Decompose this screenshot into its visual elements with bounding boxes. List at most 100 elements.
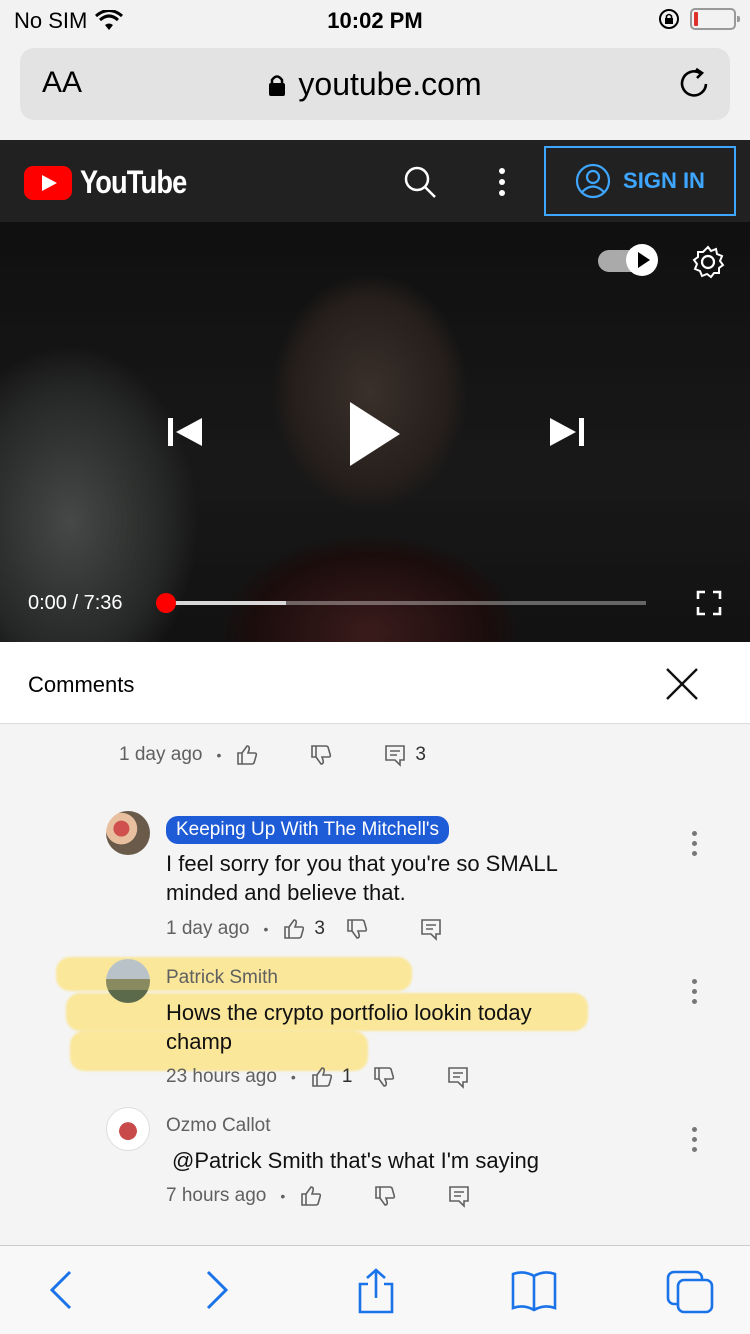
play-icon[interactable] bbox=[350, 402, 400, 466]
avatar[interactable] bbox=[106, 1107, 150, 1151]
chevron-right-icon bbox=[206, 1270, 229, 1310]
like-icon[interactable] bbox=[299, 1184, 323, 1208]
autoplay-toggle[interactable] bbox=[598, 244, 658, 276]
dislike-icon[interactable] bbox=[345, 917, 369, 941]
comments-list[interactable]: 1 day ago • 3 Keeping Up With The Mitche… bbox=[0, 725, 750, 1245]
dislike-icon[interactable] bbox=[372, 1065, 396, 1089]
url-text: youtube.com bbox=[298, 66, 482, 102]
bookmarks-button[interactable] bbox=[510, 1268, 558, 1317]
share-button[interactable] bbox=[354, 1268, 398, 1319]
more-options-button[interactable] bbox=[492, 164, 512, 205]
comment-text-line: @Patrick Smith that's what I'm saying bbox=[172, 1148, 539, 1173]
sign-in-label: SIGN IN bbox=[623, 168, 705, 193]
comment-time: 1 day ago bbox=[119, 744, 203, 765]
battery-icon bbox=[690, 8, 740, 30]
comments-header: Comments bbox=[0, 642, 750, 724]
dislike-icon[interactable] bbox=[373, 1184, 397, 1208]
status-bar: No SIM 10:02 PM bbox=[0, 0, 750, 40]
current-time: 0:00 bbox=[28, 592, 67, 614]
like-icon[interactable] bbox=[235, 743, 259, 767]
comment-text-line: Hows the crypto portfolio lookin today bbox=[166, 1000, 532, 1025]
reload-button[interactable] bbox=[678, 66, 712, 105]
status-time: 10:02 PM bbox=[327, 8, 423, 33]
buffered-bar bbox=[166, 601, 286, 605]
comment-text: @Patrick Smith that's what I'm saying bbox=[172, 1146, 539, 1175]
avatar[interactable] bbox=[106, 811, 150, 855]
comment-actions: 23 hours ago • 1 bbox=[166, 1065, 470, 1089]
reply-icon[interactable] bbox=[419, 917, 443, 941]
close-comments-button[interactable] bbox=[664, 666, 700, 707]
video-player[interactable]: 0:00 / 7:36 bbox=[0, 222, 750, 642]
comments-title: Comments bbox=[28, 672, 135, 697]
previous-button[interactable] bbox=[166, 414, 206, 455]
comment-time: 1 day ago bbox=[166, 918, 250, 939]
like-icon[interactable] bbox=[282, 917, 306, 941]
comment-text-line: minded and believe that. bbox=[166, 880, 406, 905]
address-bar[interactable]: AA youtube.com bbox=[20, 48, 730, 120]
forward-button[interactable] bbox=[198, 1268, 234, 1317]
comment-text-line: champ bbox=[166, 1029, 233, 1054]
scrubber-handle[interactable] bbox=[156, 593, 176, 613]
fullscreen-icon bbox=[696, 590, 722, 616]
avatar[interactable] bbox=[106, 959, 150, 1003]
reload-icon bbox=[680, 67, 708, 97]
time-display: 0:00 / 7:36 bbox=[28, 592, 123, 615]
sign-in-button[interactable]: SIGN IN bbox=[544, 146, 736, 216]
dislike-icon[interactable] bbox=[309, 743, 333, 767]
youtube-header: YouTube SIGN IN bbox=[0, 140, 750, 222]
reply-icon[interactable] bbox=[447, 1184, 471, 1208]
comment-menu-icon[interactable] bbox=[692, 831, 698, 861]
comment-menu-icon[interactable] bbox=[692, 1127, 698, 1157]
reply-icon[interactable] bbox=[446, 1065, 470, 1089]
like-icon[interactable] bbox=[310, 1065, 334, 1089]
orientation-lock-icon bbox=[659, 9, 679, 29]
comment-text: Hows the crypto portfolio lookin today c… bbox=[166, 998, 532, 1056]
reply-count: 3 bbox=[415, 744, 426, 765]
comment-text: I feel sorry for you that you're so SMAL… bbox=[166, 849, 558, 907]
comment-time: 23 hours ago bbox=[166, 1066, 277, 1087]
progress-bar[interactable] bbox=[156, 593, 646, 613]
chevron-left-icon bbox=[49, 1270, 72, 1310]
comment-actions: 7 hours ago • bbox=[166, 1184, 471, 1208]
comment-time: 7 hours ago bbox=[166, 1185, 267, 1206]
gear-icon bbox=[692, 245, 725, 279]
fullscreen-button[interactable] bbox=[696, 590, 722, 621]
book-icon bbox=[511, 1271, 557, 1312]
comment-menu-icon[interactable] bbox=[692, 979, 698, 1009]
like-count: 3 bbox=[314, 918, 325, 939]
close-icon bbox=[666, 668, 698, 700]
meta-separator-dot: • bbox=[290, 1069, 296, 1085]
search-button[interactable] bbox=[402, 164, 438, 205]
skip-next-icon bbox=[550, 418, 584, 446]
comment-author[interactable]: Ozmo Callot bbox=[166, 1115, 271, 1137]
search-icon bbox=[404, 166, 436, 198]
meta-separator-dot: • bbox=[216, 747, 222, 763]
reply-icon[interactable] bbox=[383, 743, 407, 767]
youtube-play-logo-icon bbox=[24, 165, 72, 200]
skip-previous-icon bbox=[168, 418, 202, 446]
like-count: 1 bbox=[341, 1066, 353, 1087]
meta-separator-dot: • bbox=[280, 1188, 286, 1204]
status-right bbox=[658, 8, 740, 30]
back-button[interactable] bbox=[44, 1268, 80, 1317]
comment-author[interactable]: Patrick Smith bbox=[166, 967, 278, 989]
url-display[interactable]: youtube.com bbox=[20, 66, 730, 103]
duration: 7:36 bbox=[83, 592, 123, 614]
meta-separator-dot: • bbox=[263, 921, 269, 937]
settings-button[interactable] bbox=[690, 244, 726, 285]
account-icon bbox=[575, 163, 611, 199]
lock-icon bbox=[269, 74, 286, 96]
next-button[interactable] bbox=[546, 414, 586, 455]
tabs-button[interactable] bbox=[664, 1268, 716, 1321]
autoplay-play-icon bbox=[626, 244, 658, 276]
comment-actions: 1 day ago • 3 bbox=[166, 917, 443, 941]
share-icon bbox=[358, 1268, 394, 1314]
youtube-logo[interactable]: YouTube bbox=[24, 164, 205, 201]
youtube-logo-text: YouTube bbox=[80, 164, 187, 200]
browser-toolbar bbox=[0, 1245, 750, 1334]
tabs-icon bbox=[666, 1270, 714, 1314]
comment-text-line: I feel sorry for you that you're so SMAL… bbox=[166, 851, 558, 876]
more-vert-icon bbox=[499, 168, 505, 196]
comment-author[interactable]: Keeping Up With The Mitchell's bbox=[166, 816, 450, 844]
partial-comment-actions: 1 day ago • 3 bbox=[119, 743, 436, 767]
